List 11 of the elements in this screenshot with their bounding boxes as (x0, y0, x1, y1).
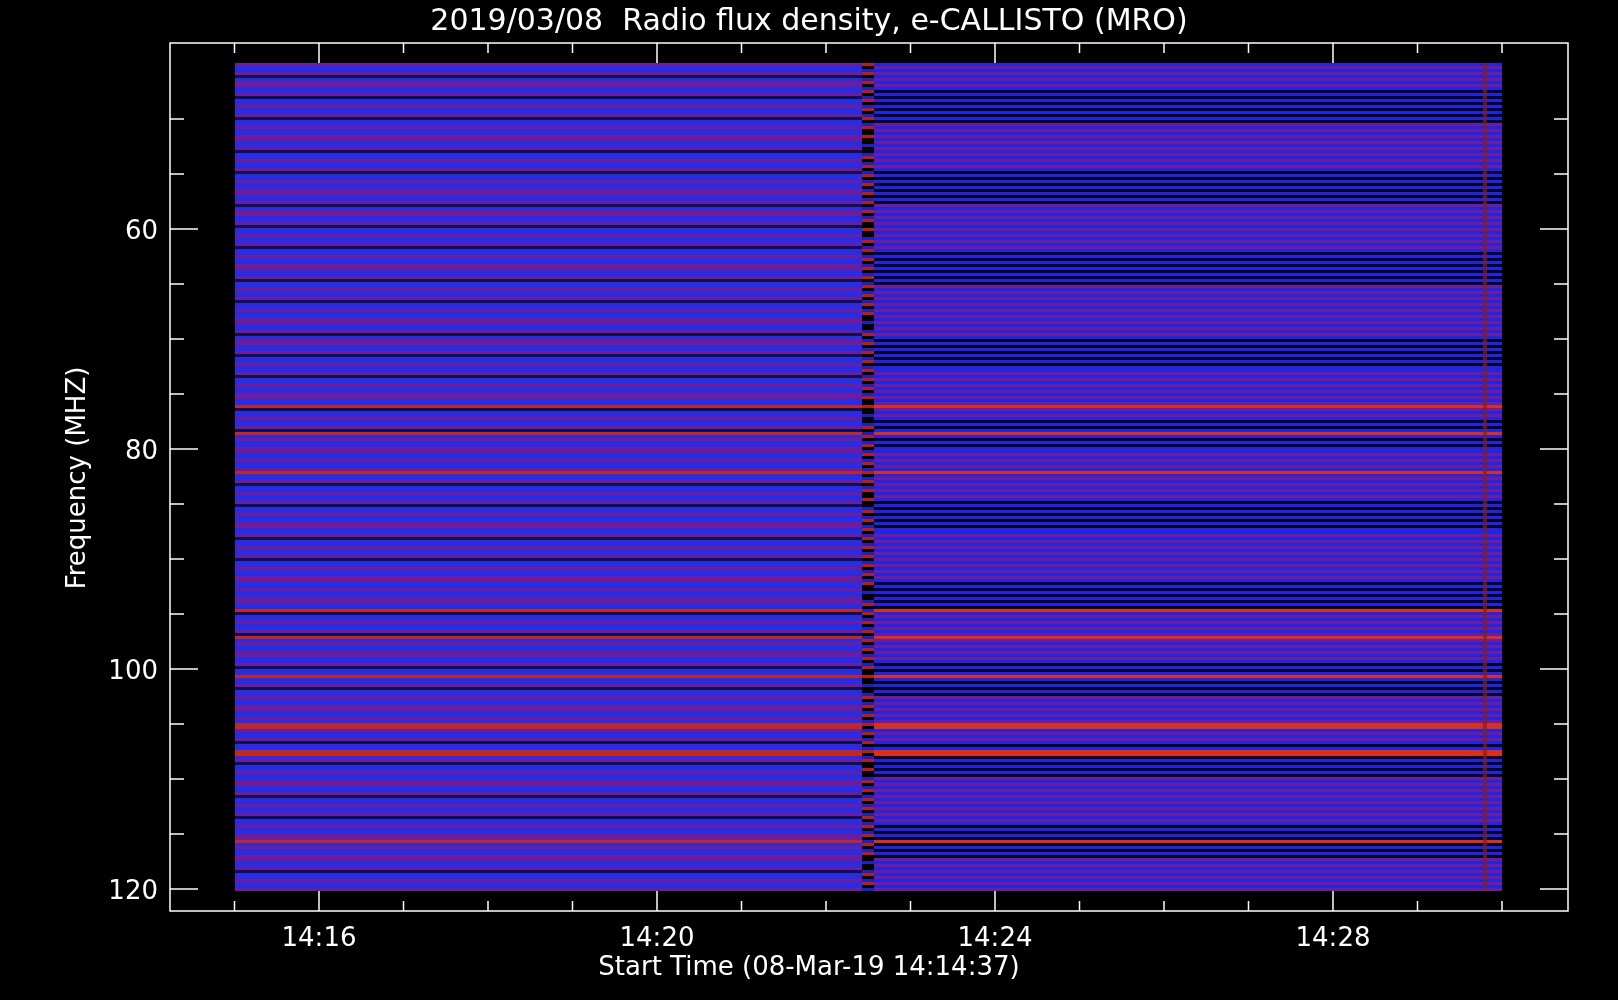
y-axis-label: Frequency (MHZ) (61, 366, 91, 590)
x-tick-label: 14:24 (957, 922, 1033, 952)
x-tick-label: 14:28 (1295, 922, 1371, 952)
y-tick-label: 80 (124, 435, 158, 465)
x-tick-label: 14:16 (281, 922, 357, 952)
y-tick-label: 120 (108, 875, 158, 905)
x-tick-label: 14:20 (619, 922, 695, 952)
y-tick-label: 60 (124, 215, 158, 245)
chart-title: 2019/03/08 Radio flux density, e-CALLISTO (MRO) (430, 2, 1188, 37)
x-axis-label: Start Time (08-Mar-19 14:14:37) (598, 951, 1020, 981)
y-tick-label: 100 (108, 655, 158, 685)
